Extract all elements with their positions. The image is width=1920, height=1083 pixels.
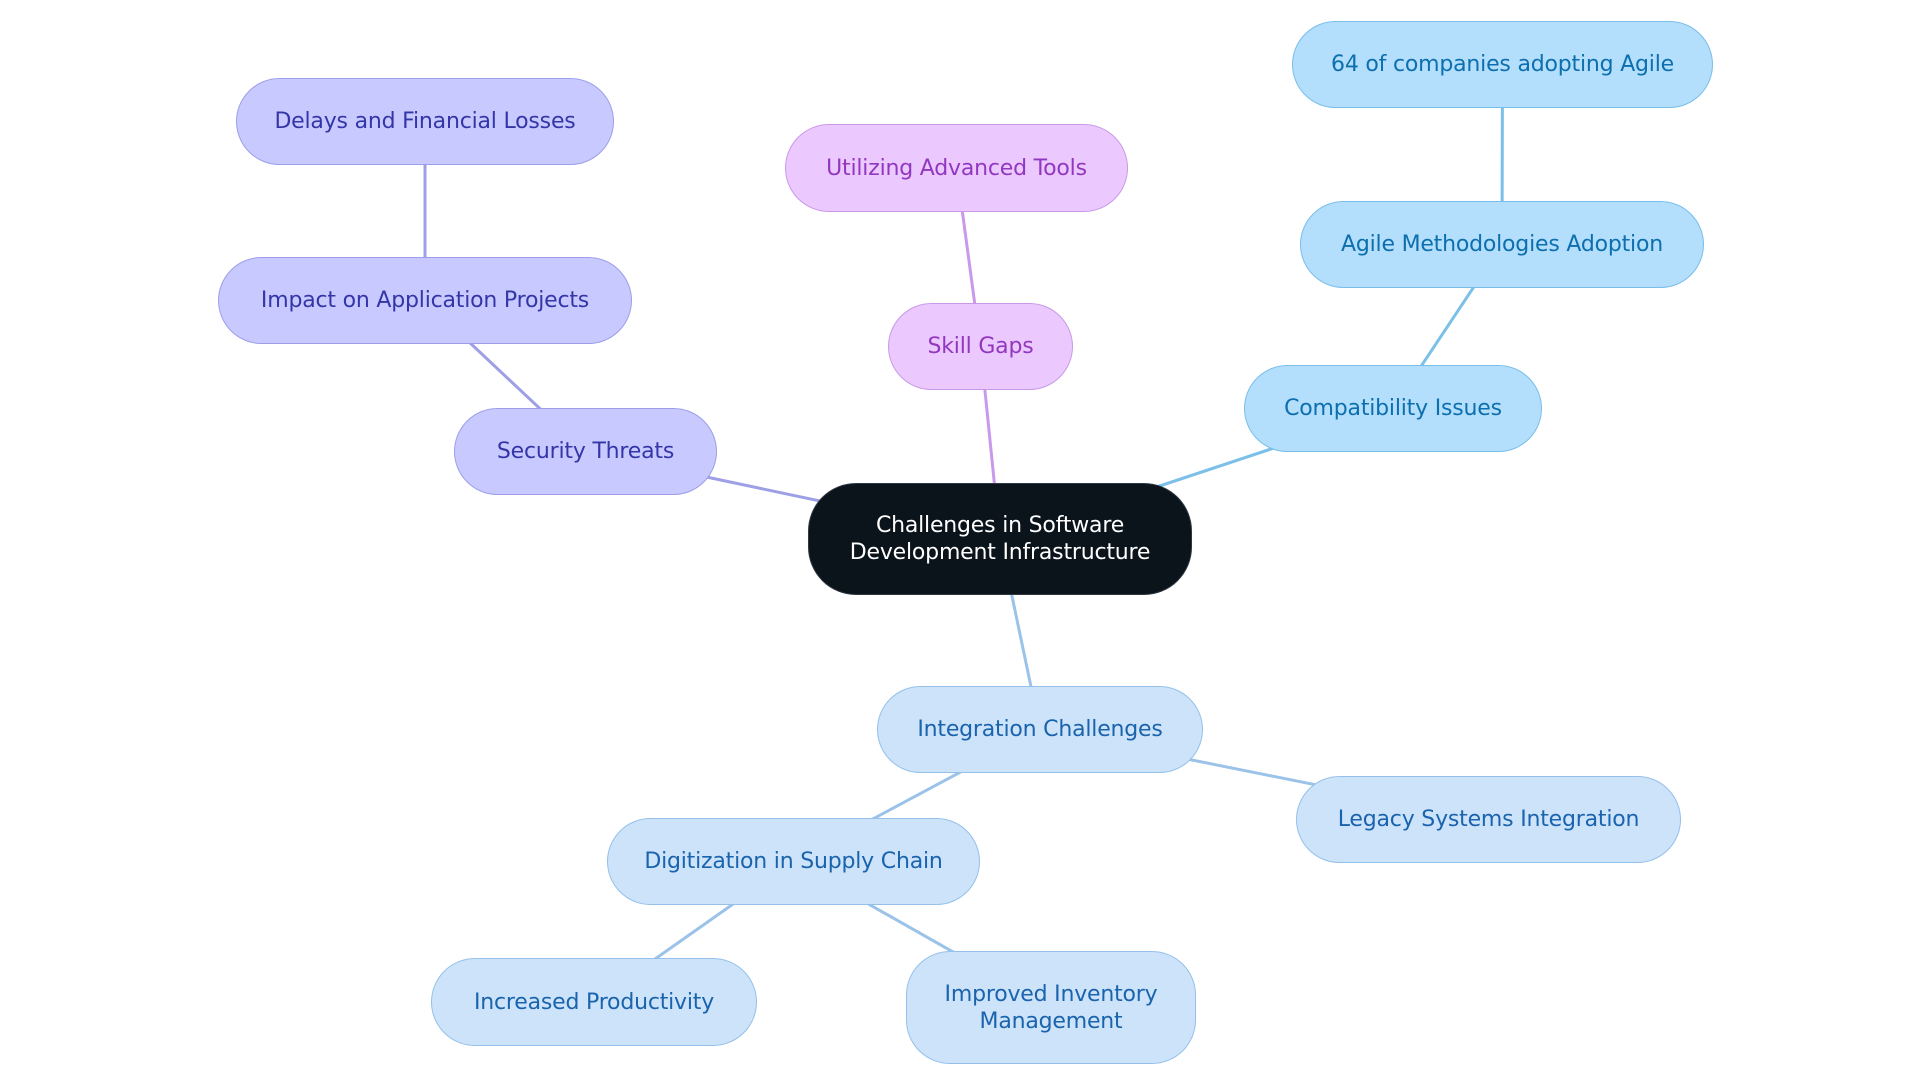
node-agile-methodologies-adoption[interactable]: Agile Methodologies Adoption xyxy=(1300,201,1704,288)
node-label: Impact on Application Projects xyxy=(260,288,590,313)
root-node[interactable]: Challenges in Software Development Infra… xyxy=(808,483,1192,595)
mind-map: Challenges in Software Development Infra… xyxy=(0,0,1920,1083)
node-companies-adopting-agile[interactable]: 64 of companies adopting Agile xyxy=(1292,21,1713,108)
node-label-line-1: Improved Inventory xyxy=(944,981,1158,1007)
node-security-threats[interactable]: Security Threats xyxy=(454,408,717,495)
node-digitization-in-supply-chain[interactable]: Digitization in Supply Chain xyxy=(607,818,980,905)
node-label: Increased Productivity xyxy=(473,989,715,1015)
node-label: 64 of companies adopting Agile xyxy=(1331,52,1674,77)
node-improved-inventory-management[interactable]: Improved Inventory Management xyxy=(906,951,1196,1064)
root-label-line-2: Development Infrastructure xyxy=(849,540,1151,565)
node-label: Delays and Financial Losses xyxy=(274,109,576,134)
node-integration-challenges[interactable]: Integration Challenges xyxy=(877,686,1203,773)
node-utilizing-advanced-tools[interactable]: Utilizing Advanced Tools xyxy=(785,124,1128,212)
node-label: Skill Gaps xyxy=(927,334,1034,359)
node-label: Security Threats xyxy=(496,439,675,464)
node-label: Legacy Systems Integration xyxy=(1337,807,1640,832)
node-compatibility-issues[interactable]: Compatibility Issues xyxy=(1244,365,1542,452)
node-label: Utilizing Advanced Tools xyxy=(826,155,1087,181)
node-label-line-2: Management xyxy=(979,1008,1123,1034)
node-increased-productivity[interactable]: Increased Productivity xyxy=(431,958,757,1046)
node-label: Improved Inventory Management xyxy=(945,981,1158,1035)
node-skill-gaps[interactable]: Skill Gaps xyxy=(888,303,1073,390)
node-label: Integration Challenges xyxy=(917,717,1163,742)
node-label: Compatibility Issues xyxy=(1284,396,1502,421)
node-delays-and-financial-losses[interactable]: Delays and Financial Losses xyxy=(236,78,614,165)
root-label-line-1: Challenges in Software xyxy=(875,513,1125,538)
node-label: Digitization in Supply Chain xyxy=(644,849,943,874)
node-impact-on-application-projects[interactable]: Impact on Application Projects xyxy=(218,257,632,344)
node-label: Agile Methodologies Adoption xyxy=(1341,232,1663,257)
root-node-label: Challenges in Software Development Infra… xyxy=(849,512,1151,566)
node-legacy-systems-integration[interactable]: Legacy Systems Integration xyxy=(1296,776,1681,863)
